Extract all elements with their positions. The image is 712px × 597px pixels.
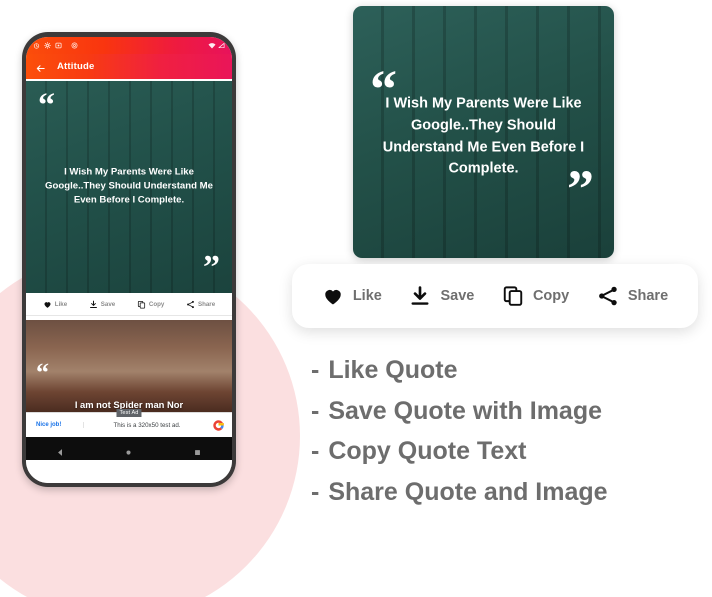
camera-icon bbox=[71, 42, 78, 49]
copy-label: Copy bbox=[532, 288, 570, 304]
back-arrow-icon[interactable] bbox=[35, 61, 46, 72]
alarm-icon bbox=[33, 42, 40, 49]
phone-screen: Attitude “ I Wish My Parents Were Like G… bbox=[26, 37, 232, 483]
ad-cta-link[interactable]: Nice job! bbox=[26, 422, 84, 428]
save-label: Save bbox=[440, 288, 475, 304]
phone-mockup: Attitude “ I Wish My Parents Were Like G… bbox=[22, 32, 236, 487]
heart-icon bbox=[322, 285, 344, 307]
copy-button[interactable]: Copy bbox=[502, 285, 569, 307]
open-quote-mark-icon: “ bbox=[38, 87, 55, 124]
download-icon bbox=[89, 300, 98, 309]
download-icon bbox=[409, 285, 431, 307]
feature-item-save: - Save Quote with Image bbox=[311, 397, 701, 427]
quote-text-green: I Wish My Parents Were Like Google..They… bbox=[45, 166, 213, 207]
copy-icon bbox=[502, 285, 524, 307]
feature-dash: - bbox=[311, 477, 320, 506]
gear-icon bbox=[44, 42, 51, 49]
phone-save-button[interactable]: Save bbox=[89, 300, 115, 309]
like-label: Like bbox=[352, 288, 382, 304]
quote-card-green[interactable]: “ I Wish My Parents Were Like Google..Th… bbox=[26, 81, 232, 293]
share-button[interactable]: Share bbox=[597, 285, 668, 307]
phone-action-bar: Like Save Copy Share bbox=[26, 293, 232, 316]
android-nav-bar bbox=[26, 437, 232, 460]
nav-recents-icon[interactable] bbox=[193, 444, 202, 455]
phone-share-button[interactable]: Share bbox=[186, 300, 215, 309]
phone-save-label: Save bbox=[100, 300, 116, 308]
feature-item-copy: - Copy Quote Text bbox=[311, 437, 701, 467]
nav-home-icon[interactable] bbox=[124, 444, 133, 455]
share-icon bbox=[597, 285, 619, 307]
share-label: Share bbox=[627, 288, 669, 304]
big-quote-card[interactable]: “ I Wish My Parents Were Like Google..Th… bbox=[353, 6, 614, 258]
like-button[interactable]: Like bbox=[322, 285, 382, 307]
nav-back-icon[interactable] bbox=[56, 444, 65, 456]
big-quote-text: I Wish My Parents Were Like Google..They… bbox=[382, 95, 585, 177]
phone-like-button[interactable]: Like bbox=[43, 300, 67, 309]
phone-copy-button[interactable]: Copy bbox=[137, 300, 164, 309]
feature-dash: - bbox=[311, 356, 320, 384]
phone-copy-label: Copy bbox=[148, 300, 165, 308]
feature-dash: - bbox=[311, 437, 320, 465]
app-promo-screenshot: Attitude “ I Wish My Parents Were Like G… bbox=[0, 0, 712, 597]
feature-item-like: - Like Quote bbox=[311, 356, 701, 386]
status-bar bbox=[26, 37, 232, 54]
floating-action-bar: Like Save Copy Share bbox=[292, 264, 698, 328]
copy-icon bbox=[137, 300, 146, 309]
close-quote-mark-icon: ” bbox=[203, 249, 220, 286]
close-quote-mark-icon: ” bbox=[567, 159, 594, 219]
screenshot-icon bbox=[55, 42, 62, 49]
quote-card-brown[interactable]: “ I am not Spider man Nor bbox=[26, 320, 232, 412]
share-icon bbox=[186, 300, 195, 309]
feature-item-share: - Share Quote and Image bbox=[311, 478, 701, 508]
ad-banner[interactable]: Test Ad Nice job! This is a 320x50 test … bbox=[26, 409, 232, 437]
feature-list: - Like Quote - Save Quote with Image - C… bbox=[311, 356, 701, 518]
feature-dash: - bbox=[311, 396, 320, 425]
feature-label: Copy Quote Text bbox=[328, 437, 527, 465]
app-bar: Attitude bbox=[26, 54, 232, 79]
ad-tag-badge: Test Ad bbox=[116, 409, 142, 417]
feature-label: Save Quote with Image bbox=[328, 396, 603, 425]
status-bar-right-group bbox=[208, 42, 225, 49]
feature-label: Share Quote and Image bbox=[328, 477, 608, 506]
open-quote-mark-icon: “ bbox=[36, 358, 49, 387]
heart-icon bbox=[43, 300, 52, 309]
google-ads-icon bbox=[210, 419, 232, 432]
phone-like-label: Like bbox=[54, 300, 68, 308]
app-bar-title: Attitude bbox=[57, 61, 95, 72]
wifi-icon bbox=[208, 42, 216, 49]
signal-icon bbox=[218, 42, 225, 49]
phone-content: “ I Wish My Parents Were Like Google..Th… bbox=[26, 79, 232, 483]
save-button[interactable]: Save bbox=[409, 285, 474, 307]
feature-label: Like Quote bbox=[328, 356, 458, 384]
phone-share-label: Share bbox=[197, 300, 216, 308]
ad-body-text: This is a 320x50 test ad. bbox=[113, 421, 181, 429]
